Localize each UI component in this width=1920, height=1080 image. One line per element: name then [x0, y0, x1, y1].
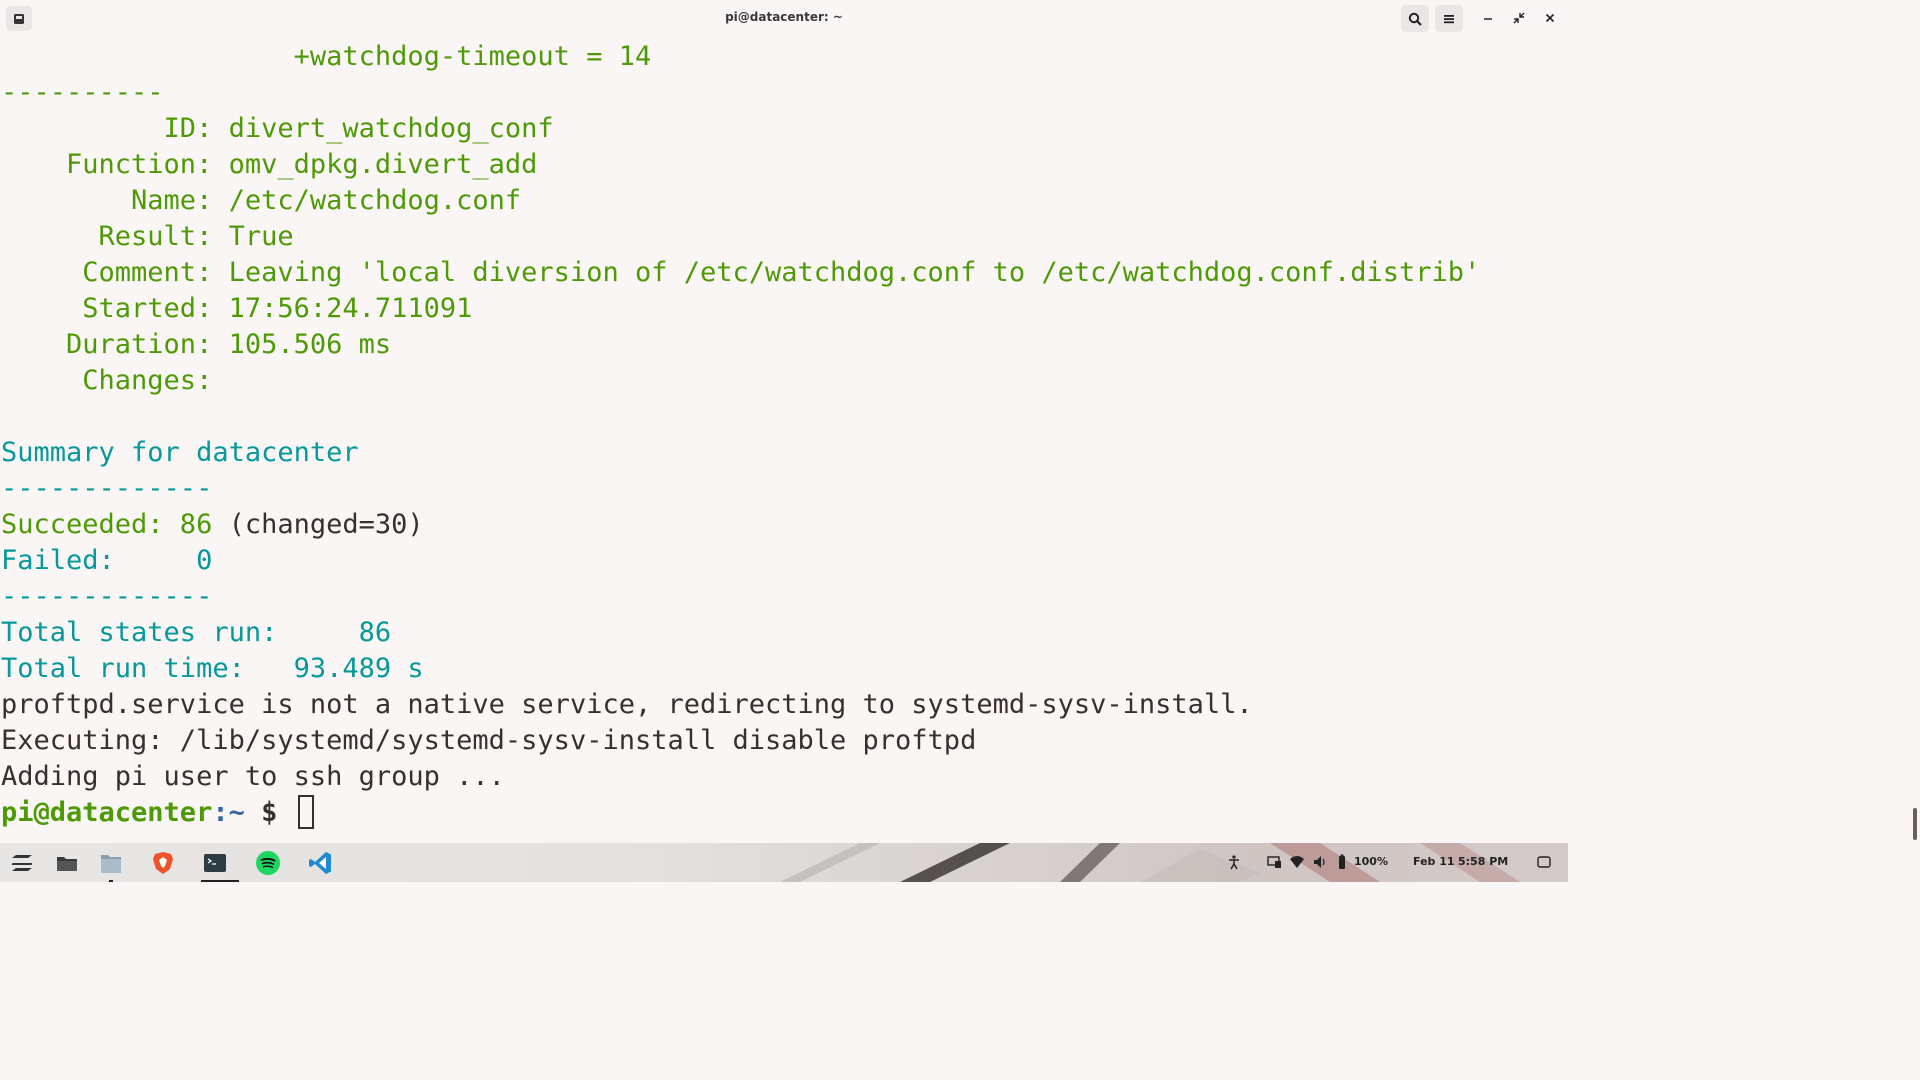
documents-icon: [101, 855, 121, 873]
prompt-user: pi@datacenter: [1, 797, 213, 828]
terminal-icon: [204, 854, 226, 872]
files-app-button[interactable]: [53, 849, 81, 877]
search-button[interactable]: [1401, 5, 1429, 32]
terminal-line: Started: 17:56:24.711091: [1, 293, 473, 324]
text-cursor: [297, 794, 314, 829]
terminal-line: proftpd.service is not a native service,…: [1, 689, 1253, 720]
terminal-line: Comment: Leaving 'local diversion of /et…: [1, 257, 1481, 288]
battery-icon[interactable]: [1336, 854, 1348, 870]
prompt-path: :~: [212, 797, 245, 828]
terminal-line: Total states run: 86: [1, 617, 392, 648]
spotify-app-button[interactable]: [254, 849, 282, 877]
succeeded-changed-text: (changed=30): [228, 509, 424, 540]
zorin-menu-button[interactable]: [8, 849, 36, 877]
clock-time[interactable]: 5:58 PM: [1458, 855, 1508, 868]
terminal-line: Total run time: 93.489 s: [1, 653, 424, 684]
taskbar: 100% Feb 11 5:58 PM: [0, 843, 1568, 882]
display-icon[interactable]: [1266, 855, 1282, 869]
terminal-line: -------------: [1, 473, 213, 504]
wallpaper-decoration: [780, 843, 1520, 882]
documents-app-button[interactable]: [97, 849, 125, 882]
terminal-line: Changes:: [1, 365, 213, 396]
terminal-line: Result: True: [1, 221, 294, 252]
menu-button[interactable]: [1435, 5, 1463, 32]
scrollbar-thumb[interactable]: [1913, 808, 1917, 840]
title-bar: pi@datacenter: ~: [0, 0, 1568, 37]
terminal-line: Name: /etc/watchdog.conf: [1, 185, 522, 216]
vscode-app-button[interactable]: [306, 849, 334, 877]
wifi-icon[interactable]: [1289, 855, 1305, 869]
accessibility-icon[interactable]: [1226, 854, 1242, 870]
notification-icon[interactable]: [1537, 856, 1551, 868]
terminal-line: Duration: 105.506 ms: [1, 329, 392, 360]
zorin-menu-icon: [11, 855, 33, 871]
terminal-line: Adding pi user to ssh group ...: [1, 761, 505, 792]
terminal-app-button[interactable]: [201, 849, 239, 882]
terminal-line: ----------: [1, 77, 164, 108]
succeeded-text: Succeeded: 86: [1, 509, 229, 540]
search-icon: [1408, 12, 1422, 26]
clock-date[interactable]: Feb 11: [1413, 855, 1455, 868]
shell-prompt[interactable]: pi@datacenter:~ $: [1, 794, 314, 831]
prompt-symbol: $: [244, 797, 294, 828]
volume-icon[interactable]: [1312, 855, 1328, 869]
hamburger-menu-icon: [1444, 15, 1454, 24]
active-indicator: [201, 880, 239, 882]
terminal-line: Executing: /lib/systemd/systemd-sysv-ins…: [1, 725, 977, 756]
close-icon: [1545, 13, 1555, 23]
minimize-icon: [1484, 18, 1492, 20]
restore-icon: [1513, 12, 1525, 24]
terminal-line: +watchdog-timeout = 14: [1, 41, 652, 72]
terminal-line: ID: divert_watchdog_conf: [1, 113, 554, 144]
terminal-line: Failed: 0: [1, 545, 213, 576]
brave-icon: [153, 852, 173, 874]
terminal-line: Summary for datacenter: [1, 437, 359, 468]
vscode-icon: [309, 852, 331, 874]
terminal-line-succeeded: Succeeded: 86 (changed=30): [1, 507, 424, 543]
files-icon: [57, 857, 77, 871]
running-indicator: [109, 880, 113, 882]
window-title: pi@datacenter: ~: [725, 10, 843, 24]
terminal-line: Function: omv_dpkg.divert_add: [1, 149, 538, 180]
battery-percentage: 100%: [1354, 855, 1388, 868]
terminal-line: -------------: [1, 581, 213, 612]
terminal-output[interactable]: +watchdog-timeout = 14 ---------- ID: di…: [0, 37, 1552, 843]
close-button[interactable]: [1542, 10, 1558, 26]
restore-button[interactable]: [1511, 10, 1527, 26]
spotify-icon: [256, 851, 280, 875]
minimize-button[interactable]: [1480, 10, 1496, 26]
brave-app-button[interactable]: [149, 849, 177, 877]
